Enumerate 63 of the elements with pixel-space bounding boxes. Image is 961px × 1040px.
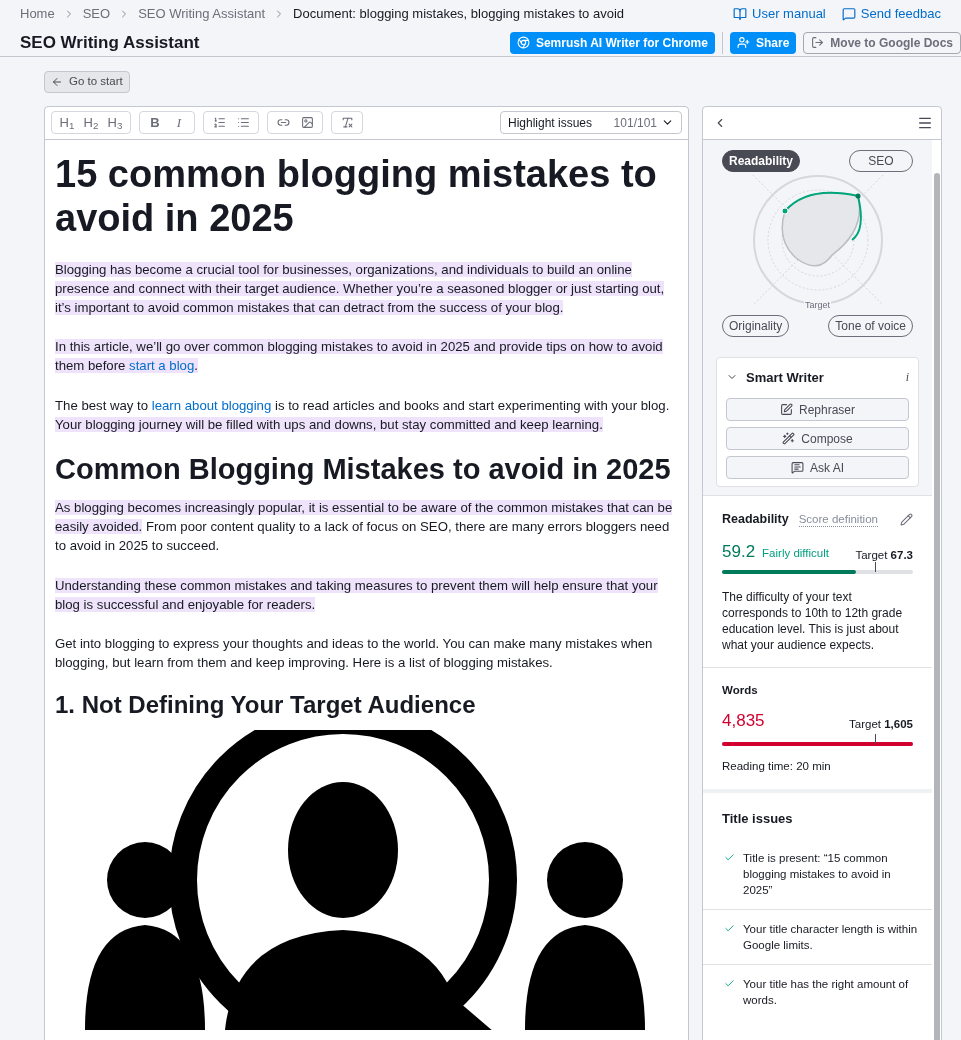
smart-writer-button[interactable]: Ask AI (726, 456, 909, 479)
section-title: Title issues (722, 810, 794, 829)
header-link[interactable]: Send feedbac (841, 4, 941, 24)
breadcrumb-link[interactable]: SEO (82, 4, 111, 24)
action-button[interactable]: Semrush AI Writer for Chrome (509, 31, 715, 54)
clear-format-icon (340, 116, 354, 129)
readability-rating: Fairly difficult (762, 545, 829, 561)
toolbar-button[interactable]: H$_{1}$ (56, 112, 78, 133)
toolbar-button[interactable]: H$_{3}$ (104, 112, 126, 133)
target-value: Target 67.3 (855, 548, 913, 563)
reading-time: Reading time: 20 min (722, 759, 832, 774)
edit-icon (780, 403, 793, 416)
message-icon (841, 7, 856, 21)
secondary-button[interactable]: Move to Google Docs (803, 31, 961, 54)
readability-description: The difficulty of your text corresponds to 10th to 12th grade education level. This is just about what your audience expects. (722, 589, 904, 654)
toolbar-button[interactable]: B (144, 112, 166, 133)
section-heading: Common Blogging Mistakes to avoid in 2025 (55, 451, 672, 486)
toolbar-button[interactable]: H$_{2}$ (80, 112, 102, 133)
chrome-icon (516, 36, 530, 50)
text-link[interactable]: learn about blogging (151, 397, 272, 413)
user-plus-icon (736, 36, 750, 50)
document-title: 15 common blogging mistakes to avoid in 2025 (55, 151, 658, 240)
score-tab[interactable]: Readability (722, 149, 801, 172)
readability-score: 59.2 (722, 540, 756, 563)
action-button[interactable]: Share (729, 31, 797, 54)
scrollbar[interactable] (934, 172, 940, 1040)
issue-text: Title is present: “15 common blogging mistakes to avoid in 2025” (743, 850, 892, 898)
image-icon (300, 116, 314, 129)
issue-text: Your title character length is within Google limits. (743, 921, 918, 953)
link-icon (276, 116, 290, 129)
score-definition-link[interactable]: Score definition (798, 511, 878, 527)
toolbar-button[interactable]: I (168, 112, 190, 133)
export-icon (811, 36, 825, 50)
bullet-list-icon (236, 116, 250, 129)
paragraph: The best way to learn about blogging is to read articles and books and start experimenting with your blog. Your blogging journey will be filled with ups and downs, but stay committed and keep learning. (55, 396, 671, 434)
smart-writer-button[interactable]: Compose (726, 427, 909, 450)
info-icon[interactable]: i (905, 368, 909, 387)
smart-writer-button[interactable]: Rephraser (726, 398, 909, 421)
subsection-heading: 1. Not Defining Your Target Audience (55, 690, 477, 721)
page-title: SEO Writing Assistant (20, 32, 200, 54)
ordered-list-icon (212, 116, 226, 129)
paragraph: In this article, we’ll go over common blogging mistakes to avoid in 2025 and provide tips on how to avoid them before start a blog. (55, 338, 664, 376)
issue-text: Your title has the right amount of words. (743, 976, 910, 1008)
wand-icon (782, 432, 796, 445)
target-label: Target (804, 299, 831, 313)
paragraph: Understanding these common mistakes and taking measures to prevent them will help ensure that your blog is successful and enjoyable for readers. (55, 576, 659, 614)
header-link[interactable]: User manual (733, 4, 826, 24)
go-to-start-button[interactable]: Go to start (44, 70, 130, 93)
highlight-dropdown[interactable]: Highlight issues 101/101 (500, 111, 682, 134)
paragraph: Blogging has become a crucial tool for businesses, organizations, and individuals to build an online presence and connect with their target audience. Whether you’re a seasoned blogger or just starting out, it’s important to avoid common mistakes that can detract from the success of your blog. (55, 260, 666, 317)
chat-icon (791, 461, 804, 474)
breadcrumb-link[interactable]: Home (20, 4, 55, 24)
breadcrumb-link[interactable]: Document: blogging mistakes, blogging mistakes to avoid (293, 4, 625, 24)
word-count: 4,835 (722, 709, 765, 732)
breadcrumb-link[interactable]: SEO Writing Assistant (138, 4, 266, 24)
arrow-left-icon (51, 75, 63, 88)
section-title: Readability (722, 511, 789, 528)
card-title: Smart Writer (746, 368, 824, 387)
paragraph: Get into blogging to express your thoughts and ideas to the world. You can make many mistakes when blogging, but learn from them and keep improving. Here is a list of blogging mistakes. (55, 634, 654, 673)
target-value: Target 1,605 (849, 716, 913, 732)
pencil-icon[interactable] (900, 512, 913, 526)
section-title: Words (722, 683, 759, 699)
book-icon (733, 7, 748, 21)
